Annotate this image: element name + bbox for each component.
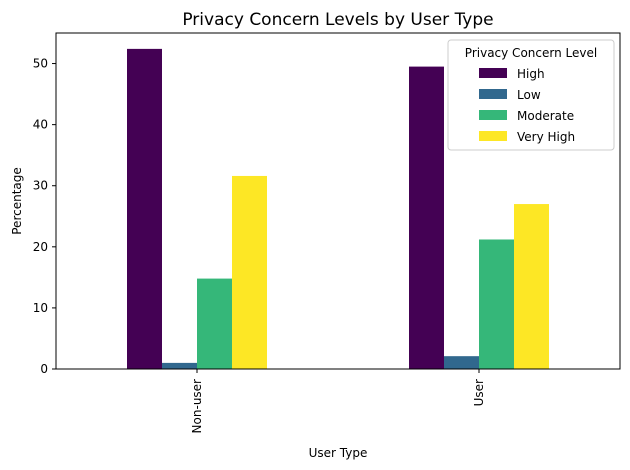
bar-low-user xyxy=(444,356,479,369)
chart-title: Privacy Concern Levels by User Type xyxy=(182,10,493,30)
x-tick-label: User xyxy=(472,379,486,406)
x-axis-label: User Type xyxy=(309,446,368,460)
legend-swatch xyxy=(479,89,507,99)
legend-title: Privacy Concern Level xyxy=(465,46,597,60)
bar-moderate-non-user xyxy=(197,278,232,369)
legend-label: Very High xyxy=(517,130,575,144)
y-tick-label: 30 xyxy=(33,179,48,193)
y-tick-label: 0 xyxy=(40,362,48,376)
legend-swatch xyxy=(479,131,507,141)
bar-moderate-user xyxy=(479,239,514,369)
y-axis-ticks: 0 10 20 30 40 50 xyxy=(33,57,56,376)
x-tick-label: Non-user xyxy=(190,379,204,433)
legend-label: Low xyxy=(517,88,541,102)
legend-label: Moderate xyxy=(517,109,574,123)
legend-swatch xyxy=(479,110,507,120)
bar-very-high-non-user xyxy=(232,175,267,369)
y-tick-label: 50 xyxy=(33,57,48,71)
y-tick-label: 40 xyxy=(33,118,48,132)
y-tick-label: 10 xyxy=(33,301,48,315)
y-axis-label: Percentage xyxy=(10,167,24,235)
x-axis-ticks: Non-user User xyxy=(190,369,486,433)
bar-high-non-user xyxy=(127,48,162,369)
bar-very-high-user xyxy=(514,204,549,369)
bar-chart: Privacy Concern Levels by User Type Perc… xyxy=(10,10,621,460)
legend-swatch xyxy=(479,68,507,78)
legend-label: High xyxy=(517,67,545,81)
legend: Privacy Concern Level High Low Moderate Very… xyxy=(447,39,615,151)
y-tick-label: 20 xyxy=(33,240,48,254)
bar-low-non-user xyxy=(162,362,197,369)
bar-high-user xyxy=(409,66,444,369)
